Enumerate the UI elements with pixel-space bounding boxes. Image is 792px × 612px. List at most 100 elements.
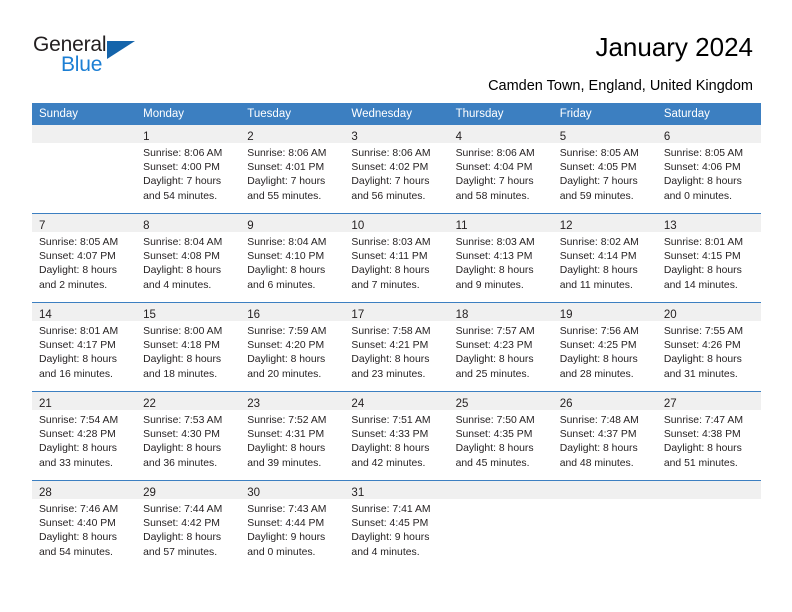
day-detail-line: and 55 minutes.	[247, 190, 322, 202]
calendar-day-cell[interactable]: 25 Sunrise: 7:50 AM Sunset: 4:35 PM Dayligh…	[448, 391, 553, 481]
calendar-day-cell[interactable]: 8 Sunrise: 8:04 AM Sunset: 4:08 PM Daylight…	[136, 213, 241, 303]
calendar-day-cell[interactable]: 27 Sunrise: 7:47 AM Sunset: 4:38 PM Dayligh…	[656, 391, 761, 481]
day-details	[32, 143, 136, 147]
day-detail-line: Sunrise: 8:00 AM	[143, 326, 223, 337]
day-details: Sunrise: 8:01 AM Sunset: 4:15 PM Daylight:…	[657, 232, 761, 293]
day-detail-line: Sunrise: 7:52 AM	[247, 415, 327, 426]
day-detail-line: Sunrise: 8:06 AM	[247, 148, 327, 159]
day-detail-line: Sunset: 4:14 PM	[559, 251, 637, 263]
day-detail-line: and 48 minutes.	[559, 457, 634, 469]
day-detail-line: and 0 minutes.	[247, 546, 316, 558]
weekday-header-friday: Friday	[552, 103, 657, 125]
logo-text-blue: Blue	[61, 53, 103, 76]
day-details: Sunrise: 8:06 AM Sunset: 4:04 PM Daylight:…	[449, 143, 553, 204]
day-detail-line: Sunset: 4:06 PM	[663, 162, 741, 174]
calendar-day-cell[interactable]: 29 Sunrise: 7:44 AM Sunset: 4:42 PM Dayligh…	[136, 480, 241, 569]
day-detail-line: Sunrise: 7:50 AM	[455, 415, 535, 426]
calendar-day-cell[interactable]: 1 Sunrise: 8:06 AM Sunset: 4:00 PM Daylight…	[136, 125, 241, 214]
day-detail-line: and 59 minutes.	[559, 190, 634, 202]
day-detail-line: Daylight: 8 hours	[455, 443, 534, 455]
day-detail-line: Sunset: 4:08 PM	[143, 251, 220, 263]
day-detail-line: Daylight: 7 hours	[559, 176, 638, 188]
calendar-day-cell[interactable]: 20 Sunrise: 7:55 AM Sunset: 4:26 PM Dayligh…	[656, 302, 761, 392]
day-details: Sunrise: 7:57 AM Sunset: 4:23 PM Daylight:…	[449, 321, 553, 382]
day-detail-line: Daylight: 8 hours	[39, 443, 117, 455]
day-detail-line: and 2 minutes.	[39, 279, 108, 291]
calendar-day-cell[interactable]: 12 Sunrise: 8:02 AM Sunset: 4:14 PM Dayligh…	[552, 213, 657, 303]
day-details	[553, 499, 657, 503]
day-detail-line: and 7 minutes.	[351, 279, 420, 291]
day-details: Sunrise: 7:56 AM Sunset: 4:25 PM Daylight:…	[553, 321, 657, 382]
calendar-day-cell[interactable]: 28 Sunrise: 7:46 AM Sunset: 4:40 PM Dayligh…	[32, 480, 137, 569]
calendar-day-cell[interactable]: 21 Sunrise: 7:54 AM Sunset: 4:28 PM Dayligh…	[32, 391, 137, 481]
day-number: 13	[663, 220, 677, 232]
day-detail-line: and 36 minutes.	[143, 457, 218, 469]
day-detail-line: Sunrise: 8:03 AM	[455, 237, 535, 248]
general-blue-logo: General Blue	[33, 33, 183, 85]
day-detail-line: Sunrise: 8:06 AM	[351, 148, 431, 159]
weekday-header-tuesday: Tuesday	[240, 103, 345, 125]
calendar-day-cell[interactable]: 16 Sunrise: 7:59 AM Sunset: 4:20 PM Dayligh…	[240, 302, 345, 392]
calendar-week-row: 14 Sunrise: 8:01 AM Sunset: 4:17 PM Dayligh…	[32, 302, 761, 392]
calendar-day-cell[interactable]: 26 Sunrise: 7:48 AM Sunset: 4:37 PM Dayligh…	[552, 391, 657, 481]
day-details: Sunrise: 8:05 AM Sunset: 4:06 PM Daylight:…	[657, 143, 761, 204]
day-number: 4	[455, 131, 462, 143]
calendar-day-cell[interactable]: 24 Sunrise: 7:51 AM Sunset: 4:33 PM Dayligh…	[344, 391, 449, 481]
calendar-day-cell[interactable]: 13 Sunrise: 8:01 AM Sunset: 4:15 PM Dayligh…	[656, 213, 761, 303]
day-details: Sunrise: 8:00 AM Sunset: 4:18 PM Daylight:…	[136, 321, 240, 382]
day-details: Sunrise: 7:54 AM Sunset: 4:28 PM Daylight:…	[32, 410, 136, 471]
calendar-day-cell[interactable]: 15 Sunrise: 8:00 AM Sunset: 4:18 PM Dayligh…	[136, 302, 241, 392]
day-number: 26	[559, 398, 573, 410]
calendar-day-cell[interactable]: 31 Sunrise: 7:41 AM Sunset: 4:45 PM Dayligh…	[344, 480, 449, 569]
calendar-week-row: 7 Sunrise: 8:05 AM Sunset: 4:07 PM Daylight…	[32, 213, 761, 303]
calendar-day-cell[interactable]: 6 Sunrise: 8:05 AM Sunset: 4:06 PM Daylight…	[656, 125, 761, 214]
day-number: 7	[39, 220, 46, 232]
day-number: 19	[559, 309, 573, 321]
day-number: 1	[143, 131, 150, 143]
calendar-day-cell[interactable]: 10 Sunrise: 8:03 AM Sunset: 4:11 PM Dayligh…	[344, 213, 449, 303]
day-detail-line: Sunrise: 7:58 AM	[351, 326, 431, 337]
day-details: Sunrise: 8:03 AM Sunset: 4:13 PM Daylight:…	[449, 232, 553, 293]
calendar-day-cell[interactable]: 17 Sunrise: 7:58 AM Sunset: 4:21 PM Dayligh…	[344, 302, 449, 392]
day-detail-line: and 57 minutes.	[143, 546, 218, 558]
calendar-body: 1 Sunrise: 8:06 AM Sunset: 4:00 PM Daylight…	[32, 125, 761, 569]
day-number: 28	[39, 487, 52, 499]
day-detail-line: and 33 minutes.	[39, 457, 113, 469]
calendar-day-cell[interactable]: 2 Sunrise: 8:06 AM Sunset: 4:01 PM Daylight…	[240, 125, 345, 214]
day-number: 21	[39, 398, 52, 410]
day-details: Sunrise: 7:53 AM Sunset: 4:30 PM Daylight:…	[136, 410, 240, 471]
calendar-day-cell[interactable]: 5 Sunrise: 8:05 AM Sunset: 4:05 PM Daylight…	[552, 125, 657, 214]
calendar-day-cell[interactable]: 4 Sunrise: 8:06 AM Sunset: 4:04 PM Daylight…	[448, 125, 553, 214]
calendar-day-cell[interactable]	[32, 125, 137, 214]
day-detail-line: Daylight: 8 hours	[351, 443, 430, 455]
day-detail-line: Sunset: 4:07 PM	[39, 251, 116, 263]
day-number: 16	[247, 309, 261, 321]
calendar-day-cell[interactable]: 18 Sunrise: 7:57 AM Sunset: 4:23 PM Dayligh…	[448, 302, 553, 392]
day-detail-line: Sunset: 4:20 PM	[247, 340, 325, 352]
calendar-day-cell[interactable]	[656, 480, 761, 569]
day-details: Sunrise: 7:52 AM Sunset: 4:31 PM Daylight:…	[240, 410, 344, 471]
day-detail-line: and 0 minutes.	[663, 190, 733, 202]
day-detail-line: Sunset: 4:02 PM	[351, 162, 429, 174]
day-details: Sunrise: 7:46 AM Sunset: 4:40 PM Daylight:…	[32, 499, 136, 560]
calendar-day-cell[interactable]: 11 Sunrise: 8:03 AM Sunset: 4:13 PM Dayligh…	[448, 213, 553, 303]
day-number: 14	[39, 309, 52, 321]
calendar-day-cell[interactable]: 7 Sunrise: 8:05 AM Sunset: 4:07 PM Daylight…	[32, 213, 137, 303]
day-detail-line: Sunset: 4:42 PM	[143, 518, 220, 530]
calendar-day-cell[interactable]: 3 Sunrise: 8:06 AM Sunset: 4:02 PM Daylight…	[344, 125, 449, 214]
calendar-day-cell[interactable]	[552, 480, 657, 569]
calendar-day-cell[interactable]: 22 Sunrise: 7:53 AM Sunset: 4:30 PM Dayligh…	[136, 391, 241, 481]
calendar-day-cell[interactable]: 23 Sunrise: 7:52 AM Sunset: 4:31 PM Dayligh…	[240, 391, 345, 481]
day-detail-line: Daylight: 8 hours	[351, 354, 430, 366]
day-number: 24	[351, 398, 365, 410]
day-detail-line: Sunrise: 8:02 AM	[559, 237, 639, 248]
calendar-day-cell[interactable]: 9 Sunrise: 8:04 AM Sunset: 4:10 PM Daylight…	[240, 213, 345, 303]
calendar-week-row: 28 Sunrise: 7:46 AM Sunset: 4:40 PM Dayligh…	[32, 480, 761, 569]
calendar-day-cell[interactable]: 14 Sunrise: 8:01 AM Sunset: 4:17 PM Dayligh…	[32, 302, 137, 392]
day-detail-line: Daylight: 8 hours	[455, 354, 534, 366]
calendar-day-cell[interactable]: 30 Sunrise: 7:43 AM Sunset: 4:44 PM Dayligh…	[240, 480, 345, 569]
weekday-header-sunday: Sunday	[32, 103, 137, 125]
calendar-day-cell[interactable]: 19 Sunrise: 7:56 AM Sunset: 4:25 PM Dayligh…	[552, 302, 657, 392]
calendar-day-cell[interactable]	[448, 480, 553, 569]
day-detail-line: Daylight: 8 hours	[247, 443, 326, 455]
